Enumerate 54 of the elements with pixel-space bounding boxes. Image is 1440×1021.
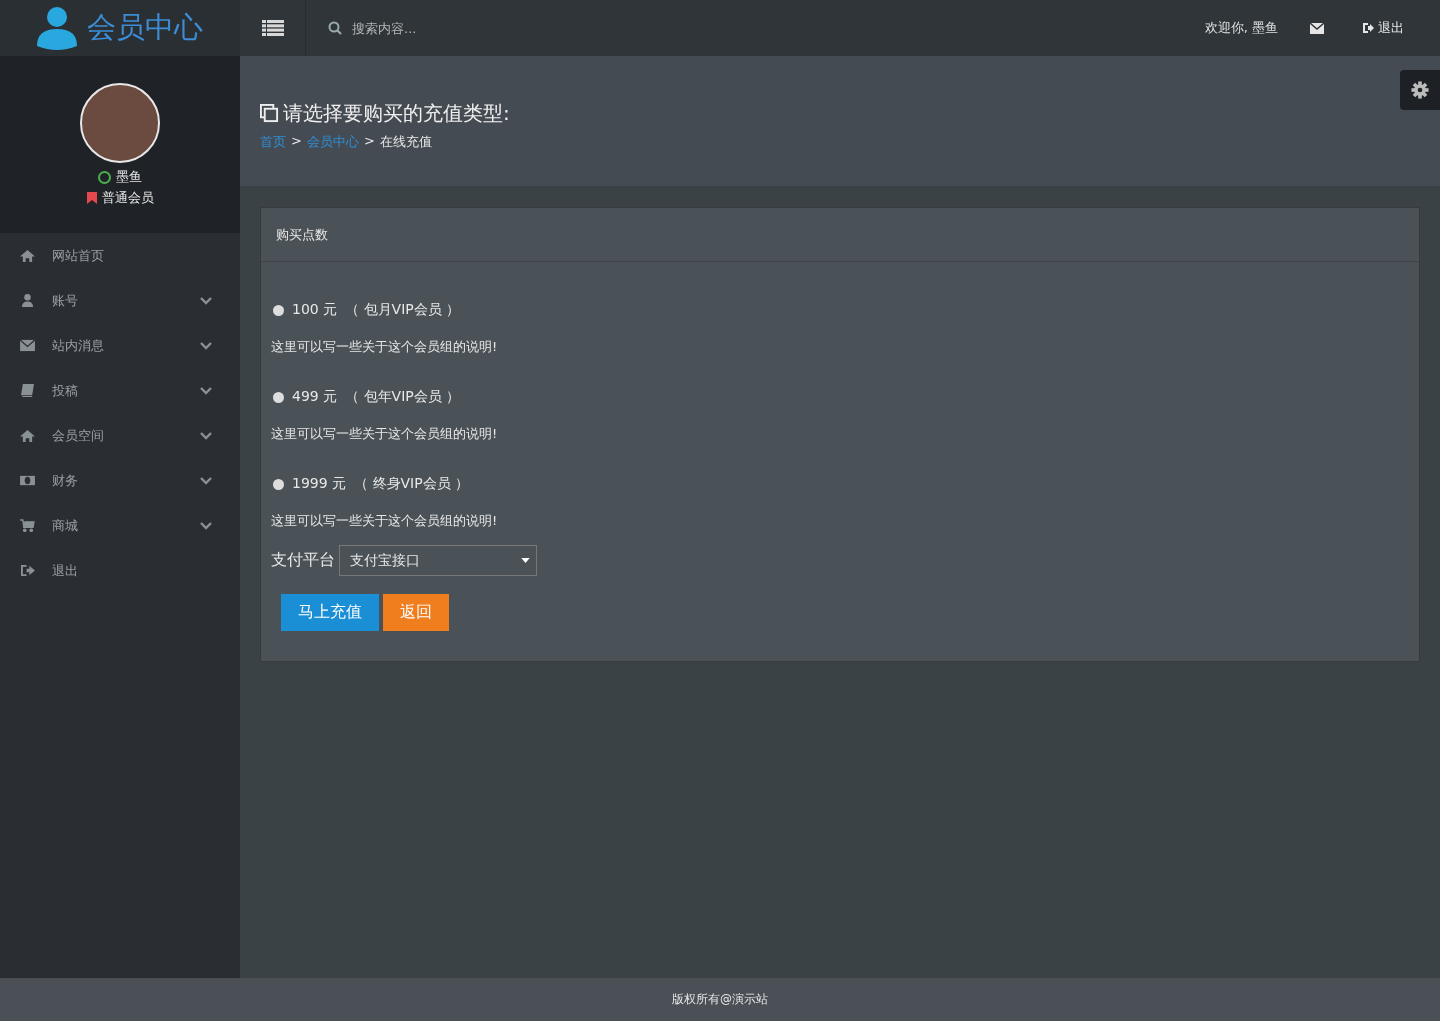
cart-icon bbox=[20, 519, 35, 532]
copyright-text: 版权所有@演示站 bbox=[672, 991, 768, 1008]
money-icon bbox=[20, 474, 35, 487]
option-description: 这里可以写一些关于这个会员组的说明! bbox=[271, 425, 499, 443]
settings-icon bbox=[1411, 81, 1429, 99]
sidebar-item[interactable]: 投稿 bbox=[0, 368, 240, 413]
recharge-button[interactable]: 马上充值 bbox=[281, 594, 379, 631]
logout-icon bbox=[1362, 22, 1374, 34]
sidebar-item[interactable]: 退出 bbox=[0, 548, 240, 593]
copy-icon bbox=[260, 104, 279, 123]
search-field[interactable]: 搜索内容... bbox=[350, 19, 534, 37]
breadcrumb-separator: > bbox=[291, 133, 302, 150]
option-description: 这里可以写一些关于这个会员组的说明! bbox=[271, 512, 499, 530]
sidebar-item[interactable]: 商城 bbox=[0, 503, 240, 548]
search-icon bbox=[328, 21, 342, 35]
caret-icon bbox=[521, 558, 530, 563]
radio-button[interactable] bbox=[273, 304, 284, 316]
option-name: （ 终身VIP会员 ） bbox=[354, 475, 470, 493]
brand-title: 会员中心 bbox=[87, 9, 203, 46]
bookmark-icon bbox=[86, 192, 97, 204]
payment-select[interactable]: 支付宝接口 bbox=[339, 545, 537, 576]
mail-icon[interactable] bbox=[1310, 22, 1324, 34]
logout-icon bbox=[20, 564, 35, 577]
option-name: （ 包月VIP会员 ） bbox=[345, 301, 461, 319]
user-icon bbox=[20, 294, 35, 307]
option-description: 这里可以写一些关于这个会员组的说明! bbox=[271, 338, 499, 356]
mail-icon bbox=[20, 339, 35, 352]
sidebar-item[interactable]: 账号 bbox=[0, 278, 240, 323]
breadcrumb-separator: > bbox=[363, 133, 375, 150]
member-group: 普通会员 bbox=[101, 189, 154, 207]
sidebar-item[interactable]: 会员空间 bbox=[0, 413, 240, 458]
welcome-text: 欢迎你, 墨鱼 bbox=[1204, 19, 1278, 37]
radio-button[interactable] bbox=[273, 391, 284, 403]
book-icon bbox=[20, 384, 35, 397]
option-price: 499 元 bbox=[292, 388, 338, 406]
breadcrumb-current: 在线充值 bbox=[379, 133, 432, 151]
option-price: 1999 元 bbox=[292, 475, 347, 493]
payment-label: 支付平台 bbox=[271, 550, 335, 571]
back-button[interactable]: 返回 bbox=[383, 594, 449, 631]
option-price: 100 元 bbox=[292, 301, 338, 319]
user-icon bbox=[37, 6, 77, 50]
sidebar-item[interactable]: 站内消息 bbox=[0, 323, 240, 368]
panel-title: 购买点数 bbox=[276, 225, 328, 244]
settings-button[interactable] bbox=[1400, 70, 1440, 110]
sidebar-item[interactable]: 财务 bbox=[0, 458, 240, 503]
option-name: （ 包年VIP会员 ） bbox=[345, 388, 461, 406]
menu-icon bbox=[261, 20, 284, 36]
user-name: 墨鱼 bbox=[116, 168, 142, 186]
sidebar-item[interactable]: 网站首页 bbox=[0, 233, 240, 278]
home-icon bbox=[20, 429, 35, 442]
logout-link[interactable]: 退出 bbox=[1362, 19, 1404, 37]
radio-button[interactable] bbox=[273, 478, 284, 490]
page-title: 请选择要购买的充值类型: bbox=[283, 100, 510, 127]
home-icon bbox=[20, 249, 35, 262]
